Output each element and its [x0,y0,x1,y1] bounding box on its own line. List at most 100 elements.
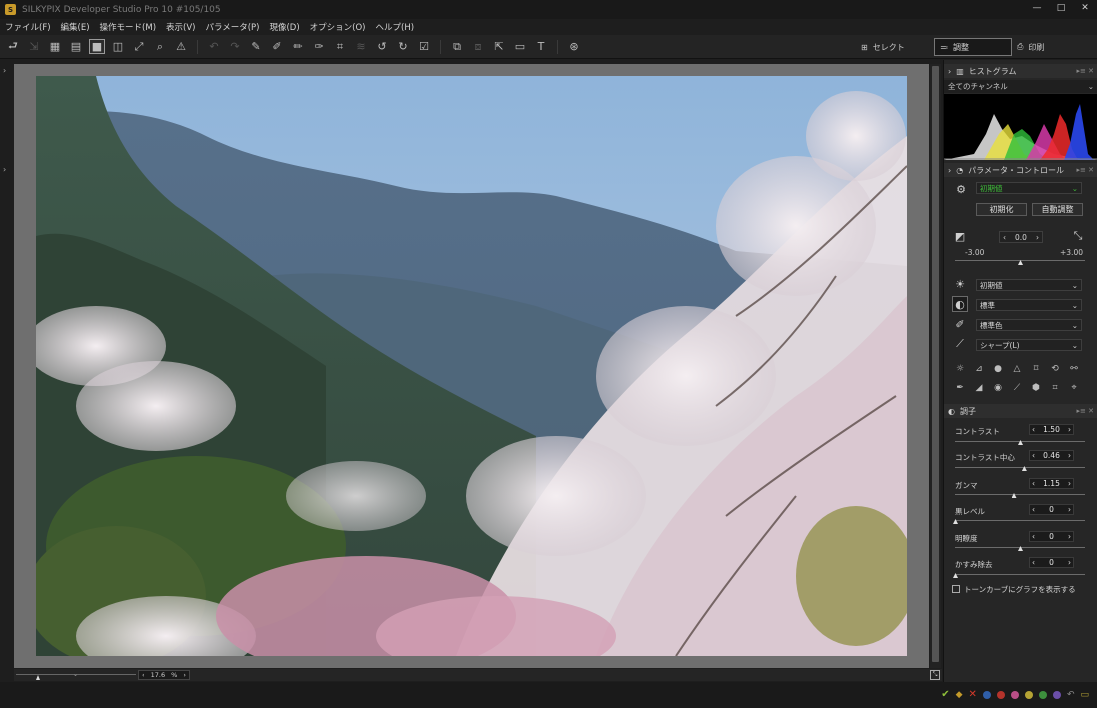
label-dot-blue-icon[interactable] [982,690,991,699]
preview-icon[interactable]: ▭ [512,39,528,54]
zoom-slider-knob[interactable] [36,675,40,680]
wedge-icon[interactable]: ◢ [973,382,985,394]
menu-parameter[interactable]: パラメータ(P) [205,21,259,33]
increment-icon[interactable]: › [1068,451,1071,460]
import-icon[interactable]: ⮐ [5,39,21,54]
panel-menu-icon[interactable]: ▸≡ ✕ [1077,67,1094,75]
tag-icon[interactable]: ◆ [956,690,963,700]
auto-adjust-button[interactable]: 自動調整 [1032,203,1083,216]
slider-value-field[interactable]: ‹ 0 › [1029,531,1074,542]
reject-mark-icon[interactable]: ✕ [969,689,977,700]
eraser-icon[interactable]: ✑ [311,39,327,54]
white-balance-icon[interactable]: ☀ [952,276,968,292]
sharpness-icon[interactable]: ⟋ [952,336,968,352]
label-dot-pink-icon[interactable] [1010,690,1019,699]
slider-value-field[interactable]: ‹ 1.15 › [1029,478,1074,489]
decrement-icon[interactable]: ‹ [1032,558,1035,567]
slider-track[interactable] [955,494,1085,495]
folder-icon[interactable]: ▭ [1080,690,1089,700]
rotate-left-icon[interactable]: ↺ [374,39,390,54]
layers-icon[interactable]: ≋ [353,39,369,54]
check-mark-icon[interactable]: ✔ [941,689,949,700]
increment-icon[interactable]: › [1068,532,1071,541]
stamp-icon[interactable]: ⬢ [1030,382,1042,394]
expand-left-icon[interactable]: › [3,66,6,75]
viewer-scrollbar[interactable] [930,64,941,668]
histogram-channel-select[interactable]: 全てのチャンネル ⌄ [944,80,1097,93]
reset-button[interactable]: 初期化 [976,203,1027,216]
collapse-icon[interactable]: › [948,166,951,175]
warning-icon[interactable]: ⚠ [173,39,189,54]
sharpness-select[interactable]: シャープ(L) ⌄ [976,339,1082,351]
crop-icon[interactable]: ⌗ [332,39,348,54]
menu-edit[interactable]: 編集(E) [61,21,90,33]
undo-icon[interactable]: ↶ [206,39,222,54]
decrement-icon[interactable]: ‹ [1032,425,1035,434]
tone-icon[interactable]: ◐ [952,296,968,312]
menu-help[interactable]: ヘルプ(H) [376,21,415,33]
nodes-icon[interactable]: ⚯ [1068,363,1080,375]
export-icon[interactable]: ⇲ [26,39,42,54]
exposure-field[interactable]: ‹ 0.0 › [999,231,1043,243]
decrement-icon[interactable]: ‹ [1032,505,1035,514]
rotate-icon[interactable]: ⟲ [1049,363,1061,375]
slider-value-field[interactable]: ‹ 1.50 › [1029,424,1074,435]
increment-icon[interactable]: › [1068,479,1071,488]
mode-select-button[interactable]: ⊞ セレクト [857,39,909,55]
share-icon[interactable]: ⇱ [491,39,507,54]
scrollbar-thumb[interactable] [932,66,939,662]
label-dot-yellow-icon[interactable] [1024,690,1033,699]
decrement-icon[interactable]: ‹ [1032,451,1035,460]
batch-develop-icon[interactable]: ⧈ [470,39,486,54]
decrement-icon[interactable]: ‹ [1032,532,1035,541]
frame-icon[interactable]: ⌑ [1030,363,1042,375]
taste-select[interactable]: 初期値 ⌄ [976,182,1082,194]
maximize-button[interactable]: □ [1055,3,1067,13]
parameter-control-header[interactable]: › ◔ パラメータ・コントロール ▸≡ ✕ [944,163,1097,177]
slider-track[interactable] [955,520,1085,521]
pen-icon[interactable]: ✒ [954,382,966,394]
inspect-icon[interactable]: ⊛ [566,39,582,54]
photo-preview[interactable] [36,76,907,656]
brightness-icon[interactable]: ☼ [954,363,966,375]
label-dot-red-icon[interactable] [996,690,1005,699]
slider-track[interactable] [955,574,1085,575]
close-button[interactable]: ✕ [1079,3,1091,13]
curve-icon[interactable]: ⊿ [973,363,985,375]
slider-value-field[interactable]: ‹ 0 › [1029,557,1074,568]
eye-icon[interactable]: ◉ [992,382,1004,394]
tone-select[interactable]: 標準 ⌄ [976,299,1082,311]
expand-exposure-icon[interactable]: ⤡ [1070,228,1086,244]
single-view-icon[interactable]: ■ [89,39,105,54]
redo-icon[interactable]: ↷ [227,39,243,54]
slider-track[interactable] [955,467,1085,468]
color-select[interactable]: 標準色 ⌄ [976,319,1082,331]
text-tool-icon[interactable]: T [533,39,549,54]
mode-print-button[interactable]: ⎙ 印刷 [1017,39,1044,55]
menu-develop[interactable]: 現像(D) [269,21,299,33]
grid-view-icon[interactable]: ▦ [47,39,63,54]
color-picker-icon[interactable]: ✐ [952,316,968,332]
fit-to-window-icon[interactable]: ⤡ [930,670,940,680]
paste-params-icon[interactable]: ✐ [269,39,285,54]
zoom-value-field[interactable]: ‹ 17.6 % › [138,670,190,680]
line-icon[interactable]: ⟋ [1011,382,1023,394]
increment-icon[interactable]: › [1068,505,1071,514]
mode-adjust-button[interactable]: ≕ 調整 [934,38,1012,56]
histogram-header[interactable]: › ▥ ヒストグラム ▸≡ ✕ [944,64,1097,78]
label-dot-green-icon[interactable] [1038,690,1047,699]
panel-menu-icon[interactable]: ▸≡ ✕ [1077,407,1094,415]
slider-value-field[interactable]: ‹ 0 › [1029,504,1074,515]
decrement-icon[interactable]: ‹ [1032,479,1035,488]
fullscreen-icon[interactable]: ⤢ [131,39,147,54]
zoom-decrement-icon[interactable]: ‹ [142,671,145,679]
menu-view[interactable]: 表示(V) [166,21,195,33]
exposure-slider-track[interactable] [955,260,1085,261]
exposure-icon[interactable]: ◩ [952,228,968,244]
minimize-button[interactable]: — [1031,3,1043,13]
tone-section-header[interactable]: ◐ 調子 ▸≡ ✕ [944,404,1097,418]
zoom-icon[interactable]: ⌕ [152,39,168,54]
menu-operation-mode[interactable]: 操作モード(M) [100,21,156,33]
tone-curve-checkbox[interactable] [952,585,960,593]
menu-option[interactable]: オプション(O) [310,21,366,33]
